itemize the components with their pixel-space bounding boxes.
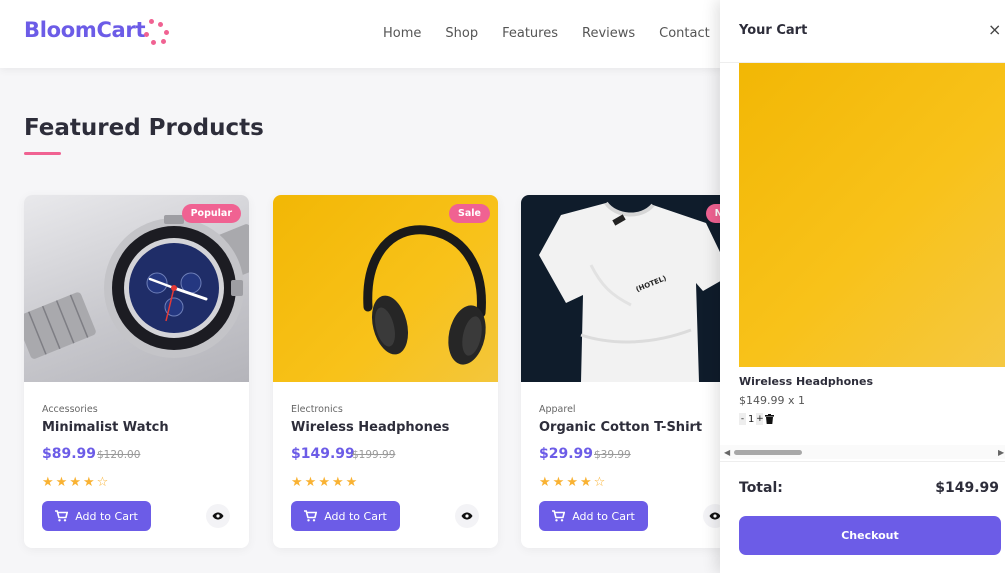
cart-item-price: $149.99 x 1 (739, 394, 805, 407)
section-title: Featured Products (24, 115, 264, 141)
product-old-price: $39.99 (594, 449, 631, 461)
logo-dots-icon (144, 18, 172, 48)
quick-view-button[interactable] (455, 504, 479, 528)
close-icon[interactable]: × (988, 20, 1001, 39)
star-filled-icon: ★ (55, 475, 70, 490)
product-category: Apparel (539, 404, 576, 415)
product-image-watch[interactable]: Popular (24, 195, 249, 382)
star-filled-icon: ★ (304, 475, 319, 490)
quick-view-button[interactable] (206, 504, 230, 528)
eye-icon (212, 512, 224, 520)
star-filled-icon: ★ (566, 475, 580, 490)
star-rating: ★★★★☆ (42, 475, 110, 490)
star-filled-icon: ★ (539, 475, 553, 490)
scroll-thumb[interactable] (734, 450, 802, 455)
checkout-button[interactable]: Checkout (739, 516, 1001, 555)
star-filled-icon: ★ (42, 475, 56, 490)
nav-home[interactable]: Home (383, 26, 421, 41)
qty-value: 1 (748, 413, 755, 425)
star-filled-icon: ★ (69, 475, 83, 490)
nav-reviews[interactable]: Reviews (582, 26, 635, 41)
badge-popular: Popular (181, 204, 241, 223)
star-outline-icon: ☆ (96, 475, 111, 490)
add-to-cart-label: Add to Cart (324, 509, 387, 523)
cart-item-name: Wireless Headphones (739, 375, 874, 388)
trash-icon[interactable] (765, 414, 775, 424)
add-to-cart-button[interactable]: Add to Cart (539, 501, 648, 531)
cart-icon (55, 510, 69, 522)
cart-icon (552, 510, 566, 522)
t-shirt-icon: (HOTEL) (539, 201, 731, 382)
star-outline-icon: ☆ (593, 475, 608, 490)
product-card-tshirt: (HOTEL) Ne Apparel Organic Cotton T-Shir… (521, 195, 746, 548)
product-card-watch: Popular Accessories Minimalist Watch $89… (24, 195, 249, 548)
product-old-price: $199.99 (352, 449, 396, 461)
product-image-tshirt[interactable]: (HOTEL) Ne (521, 195, 746, 382)
cart-title: Your Cart (739, 23, 808, 38)
star-filled-icon: ★ (552, 475, 567, 490)
quantity-stepper: - 1 + (739, 413, 775, 425)
horizontal-scrollbar[interactable]: ◀ ▶ (720, 445, 1005, 459)
divider (720, 461, 1005, 462)
add-to-cart-label: Add to Cart (572, 509, 635, 523)
scroll-right-icon[interactable]: ▶ (998, 448, 1004, 457)
product-name[interactable]: Organic Cotton T-Shirt (539, 420, 702, 435)
title-underline (24, 152, 61, 155)
star-filled-icon: ★ (82, 475, 97, 490)
star-filled-icon: ★ (291, 475, 305, 490)
main-nav: Home Shop Features Reviews Contact (383, 26, 710, 41)
nav-features[interactable]: Features (502, 26, 558, 41)
qty-plus-button[interactable]: + (756, 413, 764, 425)
scroll-left-icon[interactable]: ◀ (724, 448, 730, 457)
product-image-headphones[interactable]: Sale (273, 195, 498, 382)
product-price: $29.99 (539, 446, 594, 462)
cart-icon (304, 510, 318, 522)
star-rating: ★★★★☆ (539, 475, 607, 490)
nav-contact[interactable]: Contact (659, 26, 710, 41)
add-to-cart-button[interactable]: Add to Cart (42, 501, 151, 531)
star-filled-icon: ★ (331, 475, 346, 490)
star-filled-icon: ★ (318, 475, 332, 490)
product-category: Accessories (42, 404, 98, 415)
eye-icon (461, 512, 473, 520)
product-old-price: $120.00 (97, 449, 141, 461)
brand-logo[interactable]: BloomCart (24, 18, 146, 42)
total-value: $149.99 (935, 480, 999, 496)
product-name[interactable]: Minimalist Watch (42, 420, 169, 435)
cart-item-image (739, 63, 1005, 367)
star-rating: ★★★★★ (291, 475, 359, 490)
total-label: Total: (739, 480, 783, 496)
product-price: $89.99 (42, 446, 97, 462)
add-to-cart-label: Add to Cart (75, 509, 138, 523)
qty-minus-button[interactable]: - (739, 413, 746, 425)
cart-drawer: Your Cart × Wireless Headphones $149.99 … (720, 0, 1005, 573)
product-card-headphones: Sale Electronics Wireless Headphones $14… (273, 195, 498, 548)
add-to-cart-button[interactable]: Add to Cart (291, 501, 400, 531)
badge-sale: Sale (449, 204, 490, 223)
wristwatch-icon (24, 215, 249, 359)
star-filled-icon: ★ (579, 475, 594, 490)
product-category: Electronics (291, 404, 343, 415)
headphones-icon (363, 225, 486, 365)
nav-shop[interactable]: Shop (445, 26, 478, 41)
product-price: $149.99 (291, 446, 355, 462)
star-filled-icon: ★ (345, 475, 360, 490)
product-name[interactable]: Wireless Headphones (291, 420, 449, 435)
